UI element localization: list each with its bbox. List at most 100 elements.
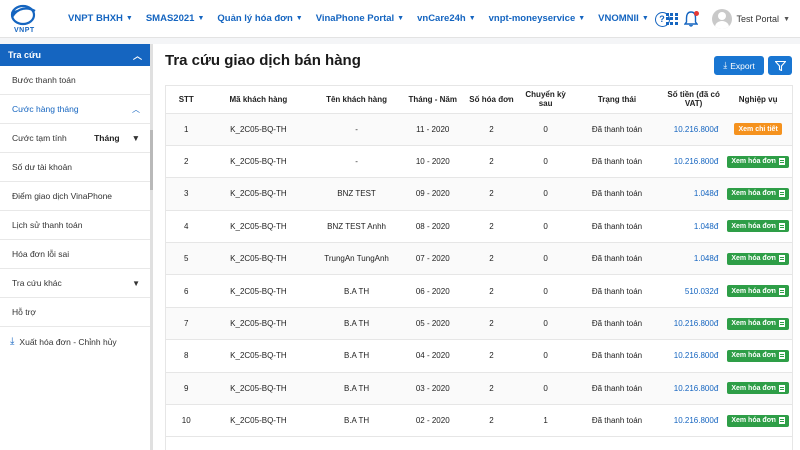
cell-invoice-count: 2 — [462, 372, 521, 406]
sidebar-item-label: Tra cứu khác — [12, 278, 62, 288]
cell-invoice-count: 2 — [462, 307, 521, 341]
view-detail-button[interactable]: Xem chi tiết — [734, 123, 782, 136]
sidebar-item-ho-tro[interactable]: Hỗ trợ — [0, 298, 150, 327]
cell-amount: 10.216.800đ — [662, 307, 725, 341]
nav-item-vncare24h[interactable]: vnCare24h ▼ — [417, 13, 476, 24]
cell-customer-name: B.A TH — [310, 274, 403, 308]
col-header-ten-khach-hang: Tên khách hàng — [310, 86, 403, 114]
cell-carry-over: 0 — [520, 307, 571, 341]
cell-stt: 5 — [166, 242, 207, 276]
action-label: Xem hóa đơn — [731, 255, 776, 263]
sidebar-item-label: Cước hàng tháng — [12, 104, 79, 114]
action-label: Xem hóa đơn — [731, 320, 776, 328]
cell-stt: 1 — [166, 113, 207, 146]
sidebar-header-label: Tra cứu — [8, 50, 42, 60]
cell-invoice-count: 2 — [462, 145, 521, 179]
sidebar-item-cuoc-hang-thang[interactable]: Cước hàng tháng ︿ — [0, 95, 150, 124]
caret-down-icon: ▼ — [468, 15, 476, 22]
view-invoice-button[interactable]: Xem hóa đơn — [727, 187, 789, 200]
action-label: Xem hóa đơn — [731, 158, 776, 166]
cell-action: Xem chi tiết — [724, 113, 792, 146]
cell-invoice-count: 2 — [462, 339, 521, 373]
sidebar-header[interactable]: Tra cứu ︿ — [0, 44, 150, 66]
cell-customer-name: B.A TH — [310, 404, 403, 438]
sidebar-item-hoa-don-loi-sai[interactable]: Hóa đơn lỗi sai — [0, 240, 150, 269]
view-invoice-button[interactable]: Xem hóa đơn — [727, 285, 789, 298]
sidebar-export-invoice[interactable]: ⤓ Xuất hóa đơn - Chỉnh hủy — [0, 327, 150, 356]
chevron-up-icon: ︿ — [132, 50, 142, 61]
cell-status: Đã thanh toán — [571, 177, 663, 211]
caret-down-icon[interactable]: ▼ — [783, 16, 790, 23]
sidebar-item-label: Điểm giao dịch VinaPhone — [12, 191, 113, 201]
sidebar: Tra cứu ︿ Bước thanh toán Cước hàng thán… — [0, 44, 150, 450]
cell-status: Đã thanh toán — [571, 145, 663, 179]
cell-period: 03 - 2020 — [402, 372, 463, 406]
col-header-so-hoa-don: Số hóa đơn — [462, 86, 521, 114]
caret-down-icon: ▼ — [131, 133, 140, 143]
view-invoice-button[interactable]: Xem hóa đơn — [727, 349, 789, 362]
view-invoice-button[interactable]: Xem hóa đơn — [727, 382, 789, 395]
view-invoice-button[interactable]: Xem hóa đơn — [727, 414, 789, 427]
table-header-row: STT Mã khách hàng Tên khách hàng Tháng -… — [166, 86, 792, 114]
cell-carry-over: 0 — [520, 274, 571, 308]
cell-invoice-count: 2 — [462, 404, 521, 438]
cell-invoice-count: 2 — [462, 113, 521, 146]
sidebar-item-lich-su-thanh-toan[interactable]: Lịch sử thanh toán — [0, 211, 150, 240]
table-row: 4 K_2C05-BQ-TH BNZ TEST Anhh 08 - 2020 2 0 Đã … — [166, 210, 792, 244]
view-invoice-button[interactable]: Xem hóa đơn — [727, 252, 789, 265]
nav-item-vnomnii[interactable]: VNOMNII ▼ — [598, 13, 649, 24]
cell-action: Xem hóa đơn — [724, 339, 792, 373]
cell-invoice-count: 2 — [462, 210, 521, 244]
table-row: 6 K_2C05-BQ-TH B.A TH 06 - 2020 2 0 Đã thanh t… — [166, 274, 792, 308]
cell-customer-code: K_2C05-BQ-TH — [206, 242, 311, 276]
cell-period: 05 - 2020 — [402, 307, 463, 341]
action-label: Xem hóa đơn — [731, 222, 776, 230]
download-icon: ⤓ — [723, 60, 728, 70]
nav-label: vnpt-moneyservice — [488, 13, 576, 24]
avatar[interactable] — [711, 9, 732, 29]
chevron-up-icon: ︿ — [132, 104, 140, 114]
cell-carry-over: 1 — [520, 404, 571, 438]
cell-action: Xem hóa đơn — [724, 210, 792, 244]
sidebar-item-buoc-thanh-toan[interactable]: Bước thanh toán — [0, 66, 150, 95]
caret-down-icon: ▼ — [641, 15, 649, 22]
bell-icon[interactable] — [683, 11, 699, 27]
nav-item-vnpt-bhxh[interactable]: VNPT BHXH ▼ — [68, 13, 133, 24]
sidebar-item-cuoc-tam-tinh[interactable]: Cước tạm tính Tháng ▼ — [0, 124, 150, 153]
cell-action: Xem hóa đơn — [724, 372, 792, 406]
table-row: 9 K_2C05-BQ-TH B.A TH 03 - 2020 2 0 Đã thanh t… — [166, 372, 792, 406]
view-invoice-button[interactable]: Xem hóa đơn — [727, 220, 789, 233]
nav-item-quan-ly-hoa-don[interactable]: Quản lý hóa đơn ▼ — [217, 13, 302, 24]
export-label: Export — [730, 60, 755, 71]
cell-stt: 9 — [166, 372, 207, 406]
export-button[interactable]: ⤓ Export — [714, 56, 764, 75]
period-select[interactable]: Tháng ▼ — [94, 133, 140, 143]
cell-carry-over: 0 — [520, 145, 571, 179]
col-header-nghiep-vu: Nghiệp vụ — [724, 86, 792, 114]
cell-carry-over: 0 — [520, 372, 571, 406]
main-content: Tra cứu giao dịch bán hàng ⤓ Export STT … — [153, 44, 800, 450]
sidebar-item-diem-giao-dich[interactable]: Điểm giao dịch VinaPhone — [0, 182, 150, 211]
help-icon[interactable]: ? — [654, 11, 670, 27]
user-name[interactable]: Test Portal — [737, 14, 780, 24]
nav-item-vnpt-moneyservice[interactable]: vnpt-moneyservice ▼ — [489, 13, 586, 24]
vnpt-logo[interactable]: VNPT — [0, 0, 48, 38]
caret-down-icon: ▼ — [125, 15, 133, 22]
cell-customer-name: BNZ TEST — [310, 177, 403, 211]
view-invoice-button[interactable]: Xem hóa đơn — [727, 317, 789, 330]
action-label: Xem hóa đơn — [731, 352, 776, 360]
nav-item-vinaphone-portal[interactable]: VinaPhone Portal ▼ — [316, 13, 404, 24]
cell-action: Xem hóa đơn — [724, 242, 792, 276]
filter-button[interactable] — [768, 56, 792, 75]
sidebar-item-so-du-tai-khoan[interactable]: Số dư tài khoản — [0, 153, 150, 182]
document-icon — [778, 222, 785, 230]
nav-item-smas2021[interactable]: SMAS2021 ▼ — [146, 13, 205, 24]
cell-status: Đã thanh toán — [571, 307, 663, 341]
sidebar-item-tra-cuu-khac[interactable]: Tra cứu khác ▼ — [0, 269, 150, 298]
cell-amount: 1.048đ — [662, 210, 725, 244]
document-icon — [778, 158, 785, 166]
cell-amount: 10.216.800đ — [662, 113, 725, 146]
view-invoice-button[interactable]: Xem hóa đơn — [727, 155, 789, 168]
cell-period: 04 - 2020 — [402, 339, 463, 373]
cell-status: Đã thanh toán — [571, 113, 663, 146]
